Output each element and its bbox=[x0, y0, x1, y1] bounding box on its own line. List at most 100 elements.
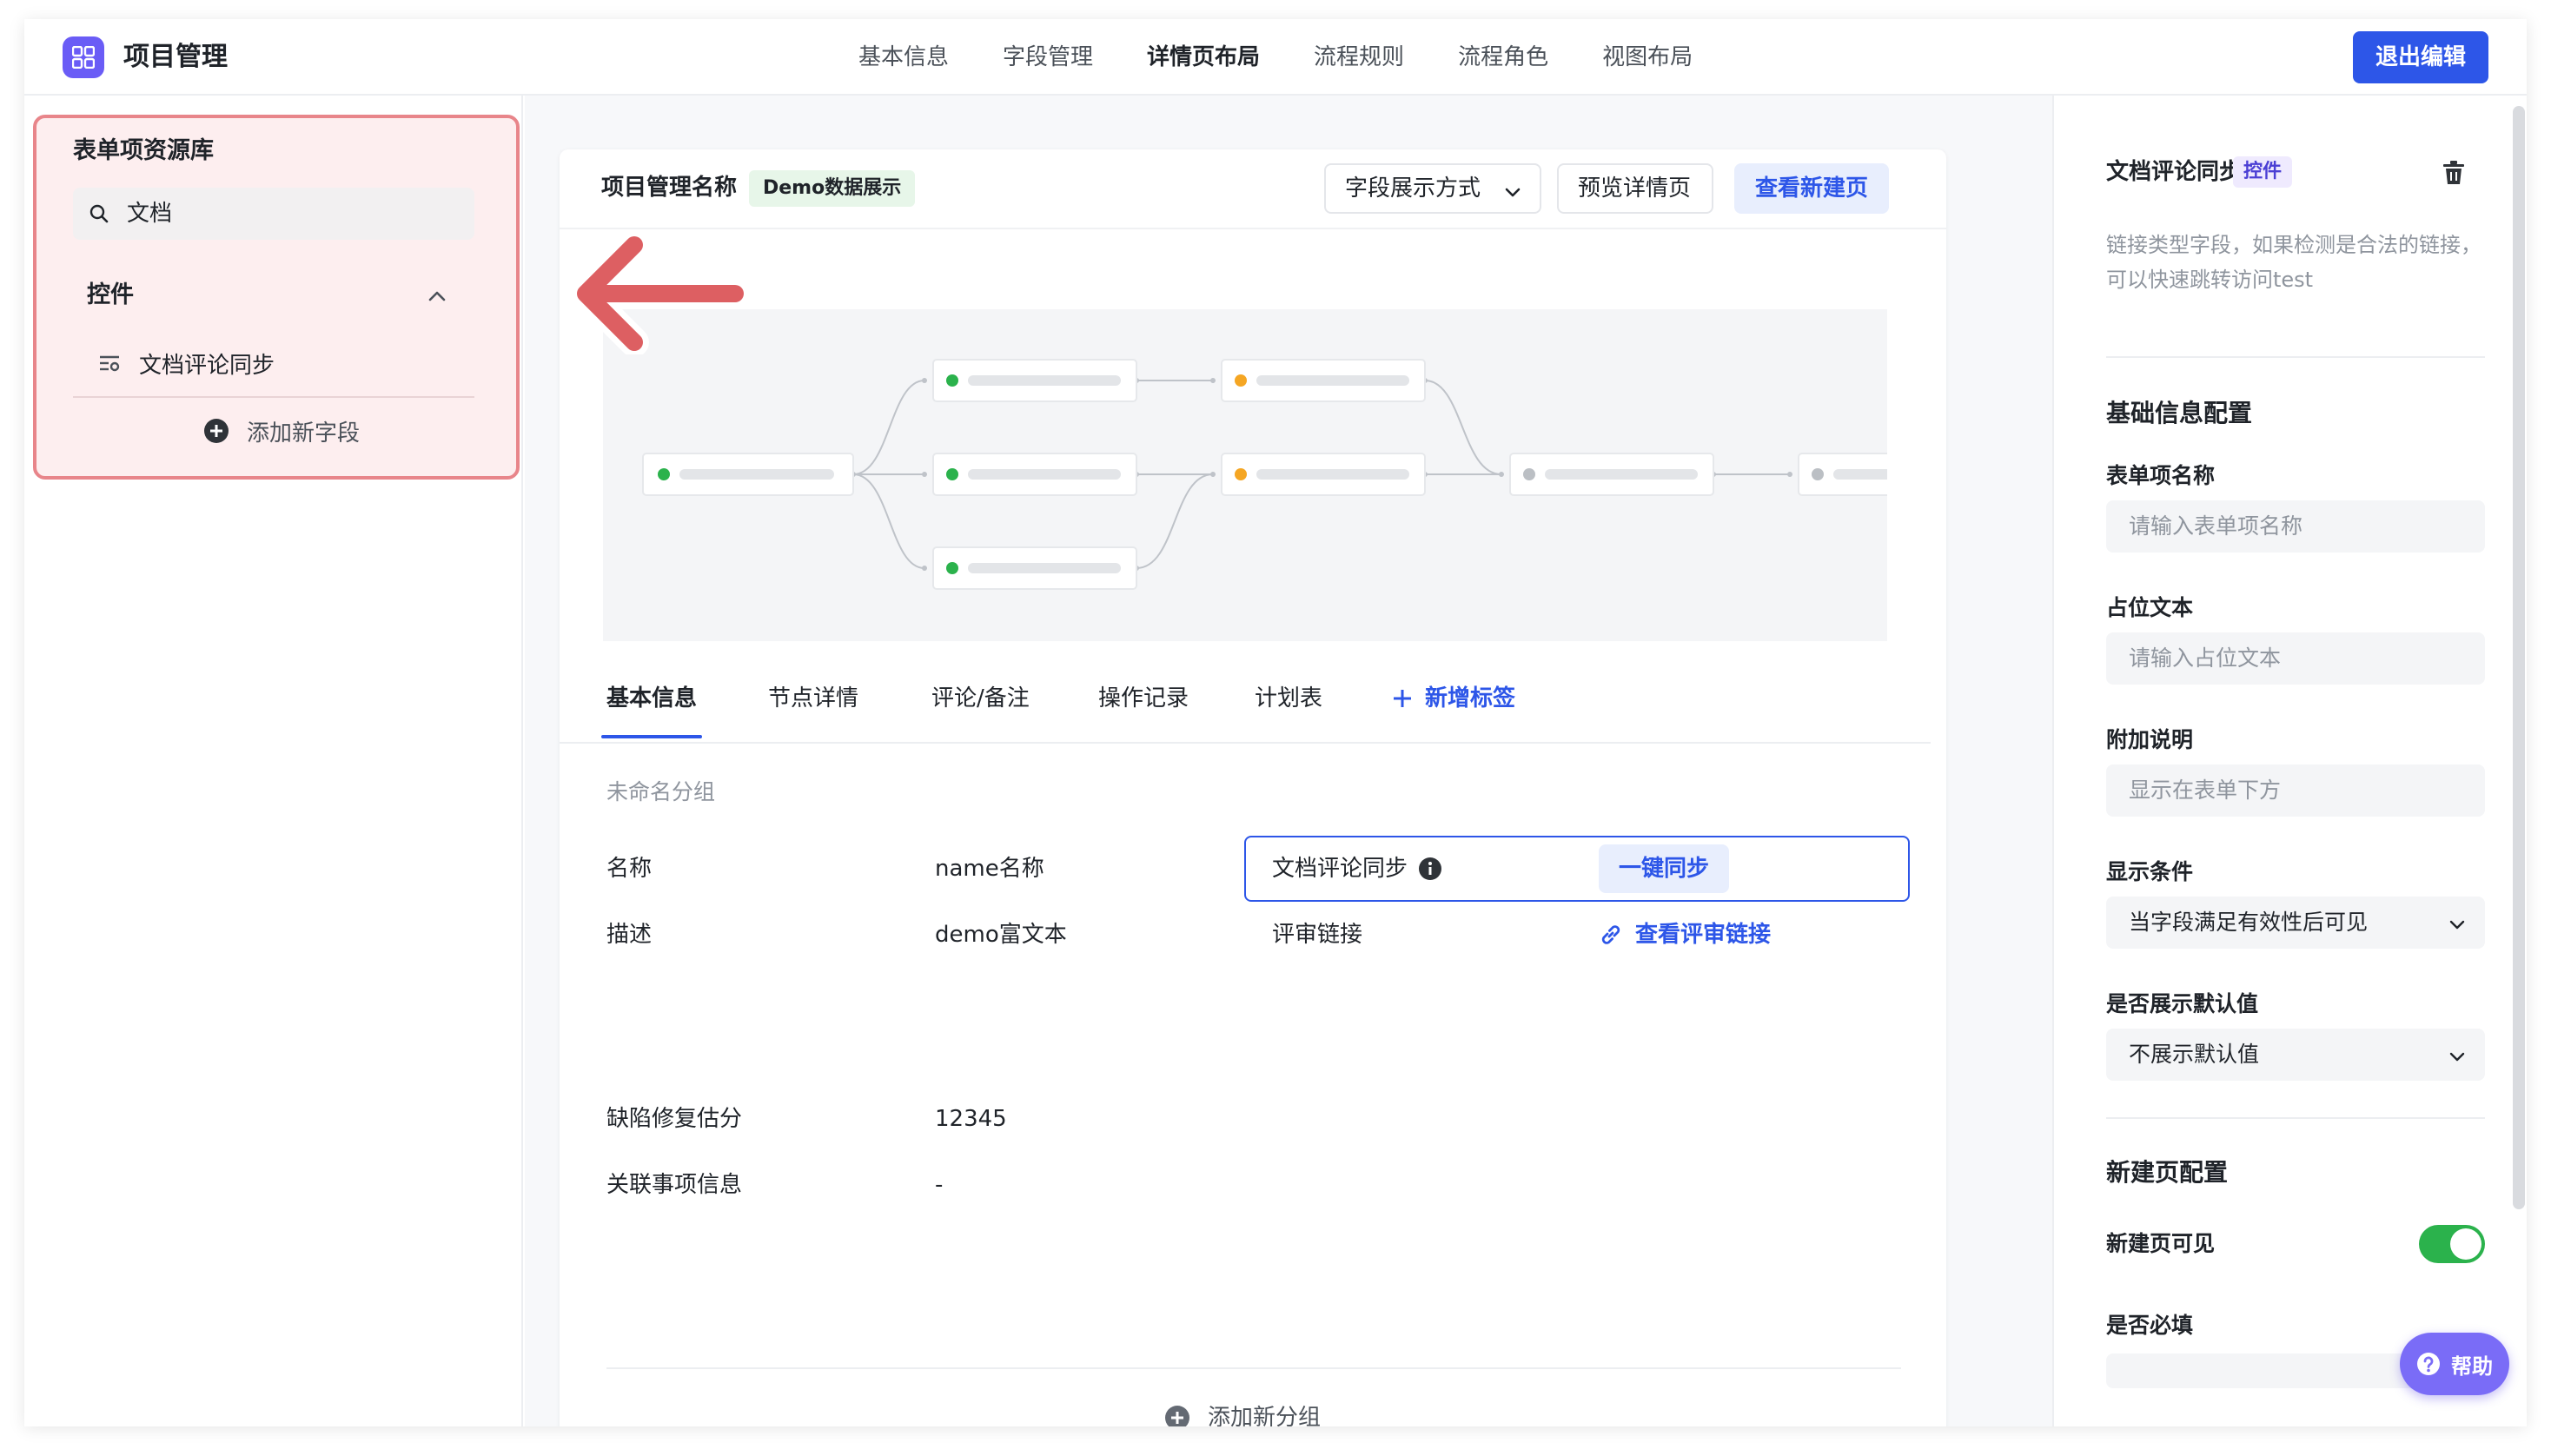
view-review-link[interactable]: 查看评审链接 bbox=[1599, 917, 1771, 952]
field-label-defect: 缺陷修复估分 bbox=[606, 1106, 743, 1132]
field-value-name: name名称 bbox=[935, 856, 1044, 882]
trash-icon[interactable] bbox=[2442, 160, 2466, 186]
question-icon bbox=[2417, 1353, 2440, 1375]
nav-field-management[interactable]: 字段管理 bbox=[1003, 19, 1093, 96]
tab-node-details[interactable]: 节点详情 bbox=[768, 679, 858, 718]
show-default-label: 是否展示默认值 bbox=[2106, 991, 2259, 1016]
nav-view-layout[interactable]: 视图布局 bbox=[1602, 19, 1693, 96]
detail-page-card: 项目管理名称 Demo数据展示 字段展示方式 预览详情页 查看新建页 基本信息 … bbox=[560, 149, 1946, 1426]
app-window: 项目管理 基本信息 字段管理 详情页布局 流程规则 流程角色 视图布局 退出编辑… bbox=[24, 19, 2527, 1426]
flow-node-start bbox=[642, 453, 854, 496]
library-title: 表单项资源库 bbox=[73, 137, 214, 164]
field-display-label: 字段展示方式 bbox=[1345, 175, 1481, 202]
flow-diagram bbox=[603, 309, 1887, 641]
inspector-divider bbox=[2106, 356, 2485, 358]
basic-config-section: 基础信息配置 bbox=[2106, 399, 2253, 427]
flow-node-top bbox=[932, 359, 1137, 402]
library-item-doc-comment-sync[interactable]: 文档评论同步 bbox=[97, 346, 275, 381]
nav-basic-info[interactable]: 基本信息 bbox=[858, 19, 949, 96]
link-icon bbox=[1601, 925, 1620, 944]
show-default-value: 不展示默认值 bbox=[2129, 1042, 2260, 1067]
chevron-up-icon[interactable] bbox=[426, 285, 448, 308]
view-new-page-button[interactable]: 查看新建页 bbox=[1734, 163, 1889, 214]
library-divider bbox=[73, 396, 474, 398]
new-page-visible-label: 新建页可见 bbox=[2106, 1231, 2216, 1256]
tabs-divider bbox=[560, 742, 1931, 744]
settings-list-icon bbox=[100, 355, 120, 372]
group-bottom-divider bbox=[606, 1367, 1901, 1369]
add-group-button[interactable]: 添加新分组 bbox=[1164, 1400, 1321, 1426]
tab-comments[interactable]: 评论/备注 bbox=[931, 679, 1030, 718]
layout-canvas: 项目管理名称 Demo数据展示 字段展示方式 预览详情页 查看新建页 基本信息 … bbox=[525, 96, 2052, 1426]
controls-group-title: 控件 bbox=[87, 281, 134, 308]
exit-edit-button[interactable]: 退出编辑 bbox=[2353, 31, 2488, 83]
selected-field-doc-sync[interactable]: 文档评论同步 一键同步 bbox=[1244, 836, 1910, 902]
add-tab-label: 新增标签 bbox=[1425, 685, 1516, 711]
display-condition-value: 当字段满足有效性后可见 bbox=[2129, 910, 2369, 935]
flow-node-orange-middle bbox=[1221, 453, 1426, 496]
tab-operation-log[interactable]: 操作记录 bbox=[1098, 679, 1189, 718]
field-value-desc: demo富文本 bbox=[935, 922, 1067, 948]
app-title: 项目管理 bbox=[123, 42, 228, 72]
review-link-label: 查看评审链接 bbox=[1635, 922, 1772, 948]
selected-field-label: 文档评论同步 bbox=[1272, 856, 1408, 882]
tab-schedule[interactable]: 计划表 bbox=[1255, 679, 1322, 718]
tab-basic-info[interactable]: 基本信息 bbox=[606, 679, 697, 718]
chevron-down-icon bbox=[1505, 188, 1521, 197]
inspector-description: 链接类型字段，如果检测是合法的链接，可以快速跳转访问test bbox=[2106, 233, 2481, 292]
top-header: 项目管理 基本信息 字段管理 详情页布局 流程规则 流程角色 视图布局 退出编辑 bbox=[24, 19, 2527, 96]
info-icon[interactable] bbox=[1418, 857, 1442, 881]
flow-node-gray-2 bbox=[1798, 453, 1887, 496]
inspector-tag: 控件 bbox=[2233, 156, 2293, 188]
chevron-down-icon bbox=[2449, 920, 2465, 930]
placeholder-text-label: 占位文本 bbox=[2106, 595, 2194, 620]
field-label-review: 评审链接 bbox=[1272, 922, 1363, 948]
field-label-name: 名称 bbox=[606, 856, 653, 882]
plus-circle-icon bbox=[1165, 1406, 1189, 1426]
show-default-select[interactable]: 不展示默认值 bbox=[2106, 1029, 2485, 1081]
red-arrow-icon bbox=[571, 230, 750, 354]
plus-circle-icon bbox=[204, 419, 229, 443]
add-field-button[interactable]: 添加新字段 bbox=[203, 414, 360, 448]
inspector-title: 文档评论同步 bbox=[2106, 159, 2243, 185]
nav-flow-roles[interactable]: 流程角色 bbox=[1458, 19, 1548, 96]
item-name-input[interactable]: 请输入表单项名称 bbox=[2106, 500, 2485, 553]
field-value-defect: 12345 bbox=[935, 1106, 1007, 1132]
flow-node-gray-1 bbox=[1509, 453, 1714, 496]
active-tab-indicator bbox=[601, 735, 702, 738]
group-name[interactable]: 未命名分组 bbox=[606, 775, 715, 810]
card-divider bbox=[560, 228, 1946, 229]
search-icon bbox=[89, 204, 109, 223]
inspector-divider bbox=[2106, 1117, 2485, 1119]
placeholder-text-input[interactable]: 请输入占位文本 bbox=[2106, 632, 2485, 685]
display-condition-select[interactable]: 当字段满足有效性后可见 bbox=[2106, 897, 2485, 949]
one-click-sync-button[interactable]: 一键同步 bbox=[1599, 844, 1729, 893]
page-scrollbar[interactable] bbox=[2513, 106, 2525, 1209]
field-label-related: 关联事项信息 bbox=[606, 1172, 743, 1198]
demo-data-tag: Demo数据展示 bbox=[749, 170, 916, 207]
add-field-label: 添加新字段 bbox=[247, 420, 361, 447]
field-value-related: - bbox=[935, 1172, 944, 1198]
search-value: 文档 bbox=[127, 201, 173, 227]
plus-icon bbox=[1394, 690, 1411, 707]
flow-node-orange-top bbox=[1221, 359, 1426, 402]
app-logo-icon bbox=[63, 36, 104, 78]
preview-detail-button[interactable]: 预览详情页 bbox=[1557, 163, 1713, 214]
field-display-dropdown[interactable]: 字段展示方式 bbox=[1324, 163, 1541, 214]
top-nav: 基本信息 字段管理 详情页布局 流程规则 流程角色 视图布局 bbox=[858, 19, 1746, 96]
new-page-visible-toggle[interactable] bbox=[2419, 1225, 2485, 1263]
library-search-input[interactable]: 文档 bbox=[73, 188, 474, 240]
chevron-down-icon bbox=[2449, 1052, 2465, 1062]
add-tab-button[interactable]: 新增标签 bbox=[1392, 679, 1515, 718]
resource-library-panel: 表单项资源库 文档 控件 文档评论同步 添加新字段 bbox=[24, 96, 523, 1426]
library-item-label: 文档评论同步 bbox=[139, 352, 275, 379]
display-condition-label: 显示条件 bbox=[2106, 859, 2194, 884]
required-label: 是否必填 bbox=[2106, 1313, 2194, 1338]
flow-node-middle bbox=[932, 453, 1137, 496]
extra-note-input[interactable]: 显示在表单下方 bbox=[2106, 764, 2485, 817]
nav-flow-rules[interactable]: 流程规则 bbox=[1314, 19, 1404, 96]
extra-note-label: 附加说明 bbox=[2106, 727, 2194, 752]
nav-detail-layout[interactable]: 详情页布局 bbox=[1147, 19, 1260, 96]
help-button[interactable]: 帮助 bbox=[2400, 1333, 2509, 1395]
card-title: 项目管理名称 bbox=[601, 175, 738, 201]
